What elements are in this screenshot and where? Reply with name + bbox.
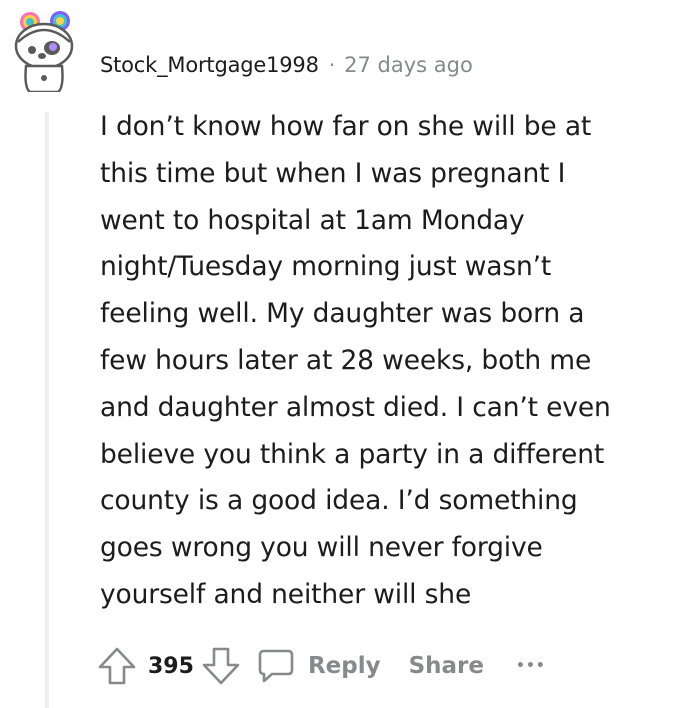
share-button[interactable]: Share [409, 653, 484, 679]
comment-actions: 395 Reply Share ••• [96, 640, 546, 692]
upvote-button[interactable] [96, 645, 138, 687]
meta-separator: · [328, 53, 336, 77]
comment-line: went to hospital at 1am Monday [100, 204, 525, 236]
speech-bubble-icon [258, 649, 294, 683]
upvote-arrow-icon [98, 647, 136, 685]
comment-line: night/Tuesday morning just wasn’t [100, 251, 552, 283]
ellipsis-icon: ••• [516, 658, 546, 674]
vote-count: 395 [148, 653, 194, 679]
user-avatar[interactable] [8, 8, 80, 94]
comment-meta: Stock_Mortgage1998 · 27 days ago [100, 49, 473, 81]
comment: Stock_Mortgage1998 · 27 days ago I don’t… [0, 0, 700, 708]
comment-line: I don’t know how far on she will be at [100, 111, 592, 142]
more-options-button[interactable]: ••• [516, 658, 546, 674]
comment-line: few hours later at 28 weeks, both me [100, 344, 592, 376]
comment-line: feeling well. My daughter was born a [100, 298, 585, 330]
comment-line: believe you think a party in a different [100, 438, 605, 470]
thread-line[interactable] [45, 112, 49, 708]
comment-line: this time but when I was pregnant I [100, 157, 566, 189]
snoo-avatar-icon [14, 11, 74, 94]
comment-line: and daughter almost died. I can’t even [100, 391, 611, 423]
reply-label: Reply [307, 653, 381, 679]
comment-line: goes wrong you will never forgive [100, 532, 543, 564]
comment-line: yourself and neither will she [100, 578, 472, 610]
downvote-button[interactable] [200, 645, 242, 687]
comment-line: county is a good idea. I’d something [100, 485, 578, 517]
username-link[interactable]: Stock_Mortgage1998 [100, 53, 319, 77]
timestamp[interactable]: 27 days ago [344, 53, 473, 77]
comment-body: I don’t know how far on she will be at t… [100, 104, 680, 619]
reply-button[interactable]: Reply [256, 646, 381, 686]
downvote-arrow-icon [202, 647, 240, 685]
